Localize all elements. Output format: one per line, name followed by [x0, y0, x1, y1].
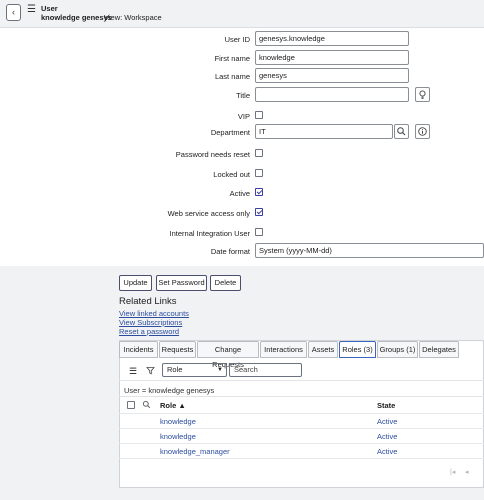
tab-roles[interactable]: Roles (3)	[339, 341, 376, 358]
date-format-select[interactable]: System (yyyy-MM-dd)	[255, 243, 484, 258]
user-id-label: User ID	[224, 35, 250, 44]
tab-change-requests[interactable]: Change Requests	[197, 341, 259, 369]
table-row-role[interactable]: knowledge	[160, 432, 196, 441]
active-row: Active	[0, 185, 484, 203]
title-suggestion-button[interactable]	[415, 87, 430, 102]
table-row-role[interactable]: knowledge	[160, 417, 196, 426]
last-name-label: Last name	[214, 72, 250, 81]
password-needs-reset-checkbox[interactable]	[255, 149, 263, 157]
column-header-role[interactable]: Role ▲	[160, 401, 186, 410]
first-page-icon[interactable]: |◂	[450, 468, 455, 476]
active-label: Active	[229, 189, 250, 198]
first-name-row: First name knowledge	[0, 50, 484, 68]
list-menu-icon[interactable]: ☰	[129, 366, 137, 377]
tab-requests[interactable]: Requests	[159, 341, 196, 358]
lightbulb-icon	[419, 90, 426, 99]
column-search-icon[interactable]	[142, 400, 151, 411]
view-subscriptions-link[interactable]: View Subscriptions	[119, 318, 182, 327]
menu-icon[interactable]: ☰	[27, 5, 36, 15]
row-divider	[119, 443, 484, 444]
first-name-field[interactable]: knowledge	[255, 50, 409, 65]
record-header: ‹ ☰ User knowledge genesys View: Workspa…	[0, 0, 484, 28]
row-divider	[119, 458, 484, 459]
view-linked-accounts-link[interactable]: View linked accounts	[119, 309, 189, 318]
locked-out-label: Locked out	[213, 170, 250, 179]
last-name-row: Last name genesys	[0, 68, 484, 86]
last-name-field[interactable]: genesys	[255, 68, 409, 83]
department-field[interactable]: IT	[255, 124, 393, 139]
view-label[interactable]: View: Workspace	[104, 13, 162, 22]
user-id-row: User ID genesys.knowledge	[0, 31, 484, 49]
locked-out-row: Locked out	[0, 166, 484, 184]
record-type: User	[41, 4, 58, 13]
related-links-title: Related Links	[119, 296, 177, 307]
web-service-access-row: Web service access only	[0, 205, 484, 223]
row-divider	[119, 428, 484, 429]
title-label: Title	[236, 91, 250, 100]
divider	[119, 396, 484, 397]
info-icon	[418, 127, 427, 136]
department-lookup-button[interactable]	[394, 124, 409, 139]
vip-checkbox[interactable]	[255, 111, 263, 119]
date-format-row: Date format System (yyyy-MM-dd)	[0, 243, 484, 261]
department-label: Department	[210, 128, 250, 137]
set-password-button[interactable]: Set Password	[156, 275, 207, 291]
tab-assets[interactable]: Assets	[308, 341, 338, 358]
table-row-state[interactable]: Active	[377, 432, 397, 441]
tab-interactions[interactable]: Interactions	[260, 341, 307, 358]
title-row: Title	[0, 87, 484, 105]
password-needs-reset-row: Password needs reset	[0, 146, 484, 164]
search-icon	[397, 127, 406, 136]
internal-integration-user-row: Internal Integration User	[0, 225, 484, 243]
internal-integration-user-checkbox[interactable]	[255, 228, 263, 236]
vip-label: VIP	[237, 112, 250, 121]
web-service-access-label: Web service access only	[167, 209, 250, 218]
list-search-input[interactable]: Search	[229, 363, 302, 377]
search-field-value: Role	[167, 365, 183, 374]
list-toolbar: ☰ Role ▼ Search	[119, 361, 484, 381]
department-row: Department IT	[0, 124, 484, 142]
row-divider	[119, 413, 484, 414]
active-checkbox[interactable]	[255, 188, 263, 196]
record-name: knowledge genesys	[41, 13, 112, 22]
password-needs-reset-label: Password needs reset	[175, 150, 250, 159]
chevron-left-icon: ‹	[12, 7, 15, 17]
filter-icon[interactable]	[146, 366, 155, 377]
back-button[interactable]: ‹	[6, 4, 21, 21]
table-row-role[interactable]: knowledge_manager	[160, 447, 230, 456]
first-name-label: First name	[214, 54, 250, 63]
search-field-select[interactable]: Role ▼	[162, 363, 227, 377]
select-all-checkbox[interactable]	[127, 401, 135, 409]
column-header-state[interactable]: State	[377, 401, 395, 410]
dropdown-arrow-icon: ▼	[217, 367, 223, 373]
user-id-field[interactable]: genesys.knowledge	[255, 31, 409, 46]
internal-integration-user-label: Internal Integration User	[169, 229, 250, 238]
update-button[interactable]: Update	[119, 275, 152, 291]
delete-button[interactable]: Delete	[210, 275, 241, 291]
department-info-button[interactable]	[415, 124, 430, 139]
tab-groups[interactable]: Groups (1)	[377, 341, 418, 358]
locked-out-checkbox[interactable]	[255, 169, 263, 177]
tab-incidents[interactable]: Incidents	[119, 341, 158, 358]
reset-password-link[interactable]: Reset a password	[119, 327, 179, 336]
title-field[interactable]	[255, 87, 409, 102]
tab-delegates[interactable]: Delegates	[419, 341, 459, 358]
date-format-label: Date format	[210, 247, 250, 256]
previous-page-icon[interactable]: ◂	[465, 468, 469, 476]
filter-breadcrumb[interactable]: User = knowledge genesys	[124, 386, 214, 395]
web-service-access-checkbox[interactable]	[255, 208, 263, 216]
table-row-state[interactable]: Active	[377, 447, 397, 456]
table-row-state[interactable]: Active	[377, 417, 397, 426]
